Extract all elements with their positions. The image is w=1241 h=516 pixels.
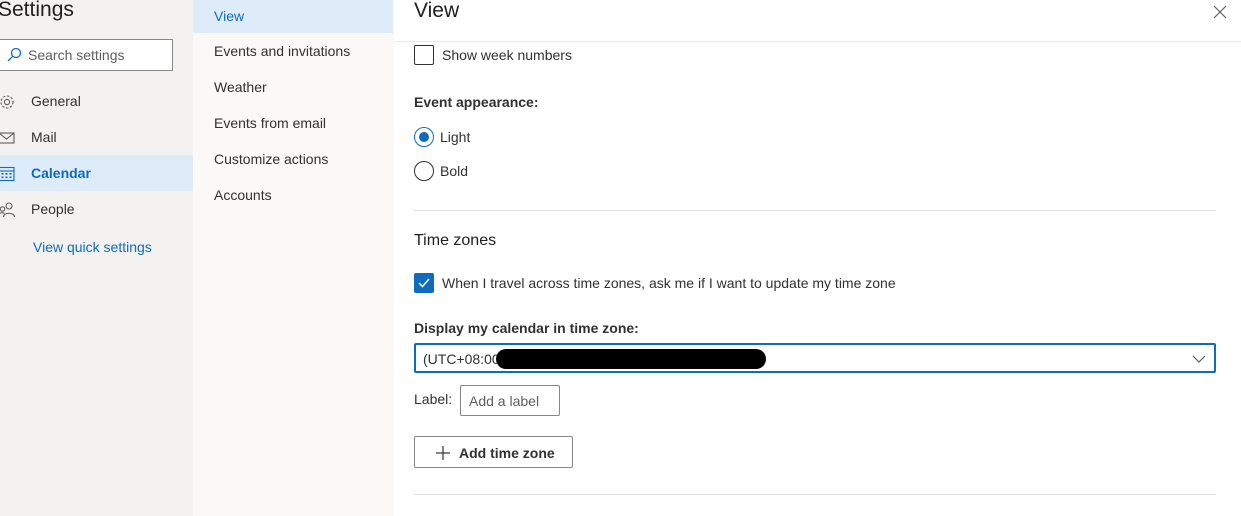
display-time-zone-label: Display my calendar in time zone: (414, 320, 639, 336)
label-field[interactable] (460, 385, 560, 416)
event-appearance-label: Event appearance: (414, 94, 539, 110)
subnav-label: Weather (214, 79, 267, 95)
event-appearance-light-radio[interactable] (414, 127, 434, 147)
people-icon (0, 202, 16, 218)
section-divider (414, 494, 1216, 495)
close-icon[interactable] (1212, 4, 1228, 20)
show-week-numbers-label: Show week numbers (442, 47, 572, 63)
show-week-numbers-checkbox[interactable] (414, 45, 434, 65)
subnav-item-events-and-invitations[interactable]: Events and invitations (193, 35, 393, 68)
subnav-item-view[interactable]: View (193, 0, 393, 33)
label-input[interactable] (469, 393, 559, 409)
nav-label: Calendar (31, 165, 91, 181)
subnav-label: View (214, 8, 245, 24)
nav-label: General (31, 93, 81, 109)
nav-item-mail[interactable]: Mail (0, 119, 193, 155)
nav-item-calendar[interactable]: Calendar (0, 155, 193, 191)
nav-label: People (31, 201, 75, 217)
subnav-item-accounts[interactable]: Accounts (193, 179, 393, 212)
settings-title: Settings (0, 0, 74, 21)
travel-time-zone-checkbox[interactable] (414, 273, 434, 293)
nav-item-general[interactable]: General (0, 83, 193, 119)
time-zones-title: Time zones (414, 232, 497, 249)
search-box[interactable] (0, 39, 173, 71)
radio-label-light: Light (440, 129, 471, 145)
subnav-item-events-from-email[interactable]: Events from email (193, 107, 393, 140)
search-input[interactable] (28, 47, 168, 63)
settings-nav: Settings General Mail Calendar (0, 0, 193, 516)
subnav-label: Customize actions (214, 151, 329, 167)
checkmark-icon (418, 278, 430, 288)
calendar-subnav: View Events and invitations Weather Even… (193, 0, 394, 516)
event-appearance-bold-radio[interactable] (414, 161, 434, 181)
section-divider (414, 210, 1216, 211)
subnav-label: Accounts (214, 187, 272, 203)
redaction-mark (496, 349, 766, 369)
header-divider (394, 41, 1241, 42)
subnav-label: Events and invitations (214, 43, 351, 59)
plus-icon (436, 446, 450, 460)
search-icon (7, 47, 22, 62)
nav-label: Mail (31, 129, 57, 145)
subnav-label: Events from email (214, 115, 327, 131)
mail-icon (0, 132, 15, 144)
label-field-label: Label: (414, 391, 453, 407)
add-time-zone-label: Add time zone (459, 445, 555, 461)
calendar-icon (0, 166, 15, 182)
page-title: View (414, 0, 460, 22)
time-zone-dropdown[interactable]: (UTC+08:00 (414, 343, 1216, 373)
gear-icon (0, 95, 14, 109)
radio-label-bold: Bold (440, 163, 469, 179)
travel-time-zone-label: When I travel across time zones, ask me … (442, 275, 896, 291)
subnav-item-weather[interactable]: Weather (193, 71, 393, 104)
add-time-zone-button[interactable]: Add time zone (414, 436, 573, 468)
time-zone-value: (UTC+08:00 (423, 351, 500, 367)
view-quick-settings-link[interactable]: View quick settings (33, 239, 152, 255)
nav-item-people[interactable]: People (0, 191, 193, 227)
view-settings-panel: View Show week numbers Event appearance:… (394, 0, 1241, 516)
chevron-down-icon (1192, 355, 1206, 363)
subnav-item-customize-actions[interactable]: Customize actions (193, 143, 393, 176)
